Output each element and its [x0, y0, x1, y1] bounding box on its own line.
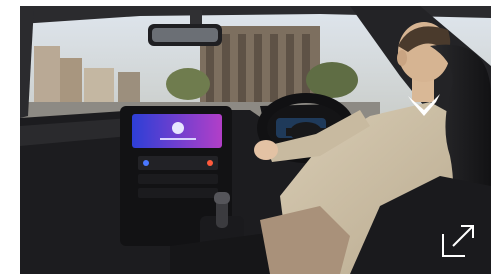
expand-button[interactable]	[439, 222, 477, 260]
car-interior-photo	[20, 6, 491, 274]
photo-frame	[20, 6, 491, 274]
voice-assistant-icon	[172, 122, 184, 134]
expand-arrow-icon	[442, 225, 474, 257]
